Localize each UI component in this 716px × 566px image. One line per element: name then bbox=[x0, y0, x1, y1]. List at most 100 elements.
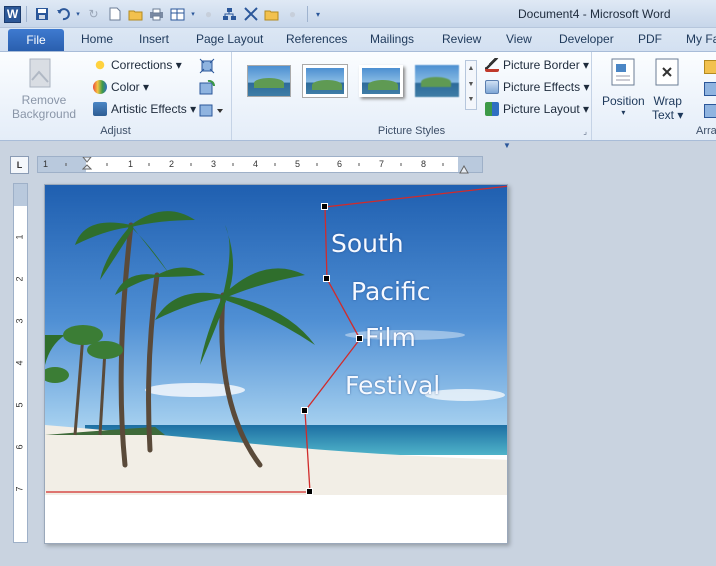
org-chart-icon[interactable] bbox=[220, 5, 239, 23]
crop-handle[interactable] bbox=[356, 335, 363, 342]
tab-my-format[interactable]: My Fa bbox=[686, 28, 716, 51]
ruler-tick: 1 bbox=[14, 234, 25, 240]
tab-mailings[interactable]: Mailings bbox=[370, 28, 414, 51]
picture-style-4[interactable] bbox=[415, 65, 459, 97]
crop-handle[interactable] bbox=[301, 407, 308, 414]
picture-style-2[interactable] bbox=[303, 65, 347, 97]
ribbon-tab-bar: File Home Insert Page Layout References … bbox=[0, 28, 716, 51]
left-indent-marker[interactable] bbox=[81, 156, 93, 172]
new-document-icon[interactable] bbox=[105, 5, 124, 23]
title-bar: W ▾ ↻ ▾ ● ● ▾ Document4 - Microsoft Word bbox=[0, 0, 716, 28]
adjust-group-label: Adjust bbox=[100, 125, 131, 137]
qat-separator-2 bbox=[307, 6, 308, 22]
dialog-launcher-icon[interactable]: ⌟ bbox=[583, 127, 587, 136]
open-folder-icon[interactable] bbox=[126, 5, 145, 23]
picture-effects-icon bbox=[485, 80, 499, 94]
color-label: Color ▾ bbox=[111, 80, 150, 94]
freeform-crop-outline[interactable] bbox=[45, 185, 508, 544]
tab-review[interactable]: Review bbox=[442, 28, 481, 51]
ruler-tick: 6 bbox=[14, 444, 25, 450]
picture-layout-icon bbox=[485, 102, 499, 116]
crop-handle[interactable] bbox=[323, 275, 330, 282]
right-indent-marker[interactable] bbox=[459, 163, 469, 174]
ruler-tick: 7 bbox=[14, 486, 25, 492]
artistic-effects-button[interactable]: Artistic Effects ▾ bbox=[93, 102, 196, 116]
undo-icon[interactable] bbox=[53, 5, 72, 23]
picture-border-button[interactable]: Picture Border ▾ bbox=[485, 58, 589, 72]
crop-handle[interactable] bbox=[321, 203, 328, 210]
vertical-ruler[interactable]: 1 2 3 4 5 6 7 bbox=[13, 183, 28, 543]
selection-pane-icon[interactable] bbox=[704, 104, 716, 118]
wrap-text-button[interactable]: Wrap Text ▾ bbox=[652, 94, 683, 122]
redo-icon[interactable]: ↻ bbox=[84, 5, 103, 23]
tab-page-layout[interactable]: Page Layout bbox=[196, 28, 263, 51]
tab-pdf[interactable]: PDF bbox=[638, 28, 662, 51]
wrap-text-icon bbox=[655, 58, 679, 86]
word-app-icon[interactable]: W bbox=[4, 5, 21, 23]
remove-background-button[interactable]: Remove Background bbox=[12, 93, 76, 121]
color-button[interactable]: Color ▾ bbox=[93, 80, 149, 94]
gallery-scroll-up[interactable]: ▲ bbox=[466, 61, 476, 77]
corrections-button[interactable]: Corrections ▾ bbox=[93, 58, 182, 72]
change-picture-icon[interactable] bbox=[199, 79, 215, 96]
picture-layout-label: Picture Layout ▾ bbox=[503, 102, 590, 116]
ruler-marks bbox=[65, 163, 444, 166]
gallery-scroll-down[interactable]: ▼ bbox=[466, 77, 476, 93]
disabled-circle-icon: ● bbox=[204, 7, 213, 21]
reset-picture-icon[interactable] bbox=[199, 102, 223, 118]
crop-handle[interactable] bbox=[306, 488, 313, 495]
ruler-tick: 3 bbox=[14, 318, 25, 324]
bring-forward-icon[interactable] bbox=[704, 60, 716, 74]
print-icon[interactable] bbox=[147, 5, 166, 23]
wrap-text-label-2: Text ▾ bbox=[652, 108, 684, 122]
arrange-group-label: Arra bbox=[696, 125, 716, 137]
tab-references[interactable]: References bbox=[286, 28, 347, 51]
tab-developer[interactable]: Developer bbox=[559, 28, 614, 51]
picture-border-label: Picture Border ▾ bbox=[503, 58, 590, 72]
ruler-tick: 5 bbox=[14, 402, 25, 408]
gallery-scroll[interactable]: ▲ ▼ ▼ bbox=[465, 60, 477, 110]
ribbon-collapse-icon[interactable]: ▼ bbox=[503, 141, 511, 150]
document-page[interactable]: South Pacific Film Festival bbox=[44, 184, 508, 544]
gallery-more[interactable]: ▼ bbox=[466, 93, 476, 107]
ruler-tick: 4 bbox=[14, 360, 25, 366]
remove-background-icon[interactable] bbox=[29, 58, 51, 88]
remove-background-label-2: Background bbox=[12, 107, 77, 121]
tab-file[interactable]: File bbox=[8, 29, 64, 51]
horizontal-ruler[interactable]: 1 1 2 3 4 5 6 7 8 bbox=[37, 156, 483, 174]
quick-access-toolbar: W ▾ ↻ ▾ ● ● ▾ bbox=[4, 5, 323, 23]
sun-icon bbox=[93, 58, 107, 72]
remove-background-label-1: Remove bbox=[21, 93, 67, 107]
adjust-group: Remove Background Corrections ▾ Color ▾ … bbox=[0, 52, 232, 140]
qat-separator bbox=[26, 6, 27, 22]
table-dropdown-icon[interactable]: ▾ bbox=[189, 5, 197, 23]
disabled-circle-icon-2: ● bbox=[288, 7, 297, 21]
compress-pictures-icon[interactable] bbox=[199, 58, 215, 74]
picture-style-3[interactable] bbox=[359, 65, 403, 97]
picture-layout-button[interactable]: Picture Layout ▾ bbox=[485, 102, 589, 116]
position-button[interactable]: Position ▾ bbox=[602, 94, 645, 117]
picture-effects-label: Picture Effects ▾ bbox=[503, 80, 590, 94]
tab-insert[interactable]: Insert bbox=[139, 28, 169, 51]
position-icon bbox=[611, 58, 635, 86]
position-dropdown-icon: ▾ bbox=[621, 108, 626, 117]
undo-dropdown-icon[interactable]: ▾ bbox=[74, 5, 82, 23]
tab-selector[interactable]: L bbox=[10, 156, 29, 174]
pen-icon bbox=[485, 58, 499, 72]
arrange-group: Position ▾ Wrap Text ▾ Arra bbox=[592, 52, 716, 140]
ribbon: Remove Background Corrections ▾ Color ▾ … bbox=[0, 51, 716, 141]
send-backward-icon[interactable] bbox=[704, 82, 716, 96]
tab-home[interactable]: Home bbox=[81, 28, 113, 51]
folder-icon[interactable] bbox=[262, 5, 281, 23]
window-title: Document4 - Microsoft Word bbox=[518, 7, 671, 21]
corrections-label: Corrections ▾ bbox=[111, 58, 182, 72]
table-icon[interactable] bbox=[168, 5, 187, 23]
customize-qat-icon[interactable]: ▾ bbox=[313, 5, 323, 23]
expand-icon[interactable] bbox=[241, 5, 260, 23]
save-icon[interactable] bbox=[32, 5, 51, 23]
ruler-tick: 2 bbox=[14, 276, 25, 282]
position-label: Position bbox=[602, 94, 645, 108]
tab-view[interactable]: View bbox=[506, 28, 532, 51]
picture-style-1[interactable] bbox=[247, 65, 291, 97]
picture-effects-button[interactable]: Picture Effects ▾ bbox=[485, 80, 590, 94]
